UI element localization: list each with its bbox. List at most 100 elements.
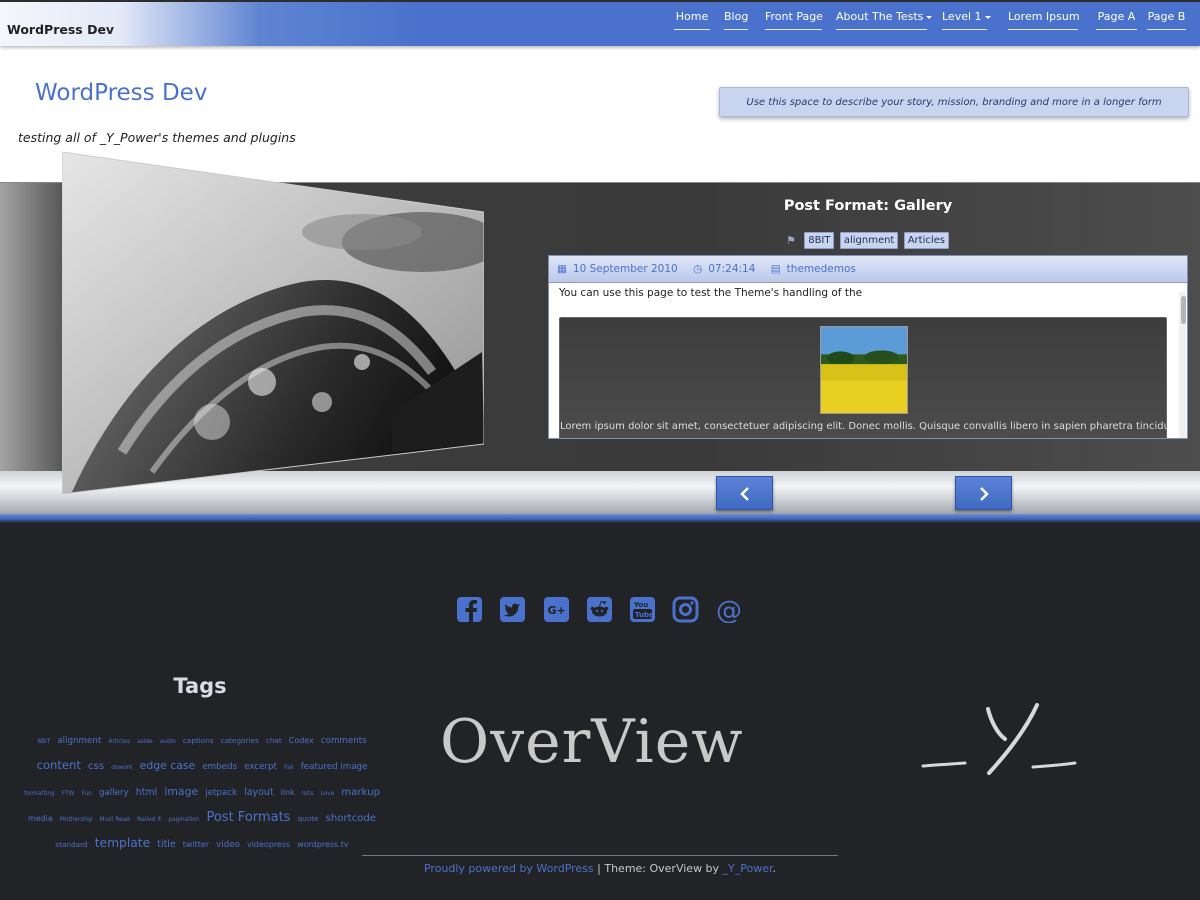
tag-cloud-link[interactable]: pagination xyxy=(168,817,199,823)
slider-divider xyxy=(0,514,1200,523)
google-plus-icon[interactable]: G+ xyxy=(543,596,570,623)
gallery-thumbnail[interactable] xyxy=(820,326,908,414)
tag-cloud-link[interactable]: shortcode xyxy=(326,813,376,824)
tag-cloud-link[interactable]: video xyxy=(216,840,240,850)
post-time: ◷ 07:24:14 xyxy=(693,263,756,275)
tag-cloud-link[interactable]: FTW xyxy=(62,791,75,797)
gallery-caption: Lorem ipsum dolor sit amet, consectetuer… xyxy=(560,421,1168,432)
instagram-icon[interactable] xyxy=(672,596,699,623)
site-credits: Proudly powered by WordPress | Theme: Ov… xyxy=(362,862,838,875)
tag-cloud-link[interactable]: Must Read xyxy=(100,817,130,823)
slider-prev-button[interactable] xyxy=(716,476,773,510)
tag-cloud-link[interactable]: twitter xyxy=(183,840,209,849)
tag-cloud-link[interactable]: title xyxy=(157,839,175,850)
tag-cloud-link[interactable]: captions xyxy=(183,736,214,745)
svg-text:G+: G+ xyxy=(548,604,566,617)
tag-cloud-link[interactable]: link xyxy=(281,788,295,797)
tag-cloud-link[interactable]: html xyxy=(136,787,157,798)
tag-cloud-link[interactable]: chat xyxy=(266,736,282,745)
tag-cloud-link[interactable]: markup xyxy=(341,787,380,798)
tag-cloud-link[interactable]: excerpt xyxy=(244,762,277,772)
nav-item-level-1[interactable]: Level 1 xyxy=(942,10,991,30)
tag-cloud-link[interactable]: Mothership xyxy=(60,817,93,823)
post-content-box: ▦ 10 September 2010 ◷ 07:24:14 ▤ themedemos… xyxy=(548,255,1188,439)
tag-cloud-link[interactable]: dowork xyxy=(111,765,132,771)
tag-cloud-link[interactable]: categories xyxy=(221,736,259,745)
caret-down-icon xyxy=(984,16,991,19)
tag-cloud-link[interactable]: embeds xyxy=(202,762,237,772)
credits-end: . xyxy=(772,862,777,875)
caret-down-icon xyxy=(926,16,933,19)
tag-cloud-link[interactable]: 8BIT xyxy=(37,739,50,745)
clock-icon: ◷ xyxy=(693,263,703,275)
tag-cloud-link[interactable]: wordpress.tv xyxy=(297,840,348,849)
featured-image[interactable] xyxy=(61,151,485,495)
nav-item-lorem-ipsum[interactable]: Lorem Ipsum xyxy=(1008,10,1080,30)
tag-cloud-link[interactable]: Fail xyxy=(284,765,294,771)
tag-cloud-link[interactable]: Articles xyxy=(108,739,130,745)
svg-text:Tube: Tube xyxy=(635,611,654,619)
reddit-icon[interactable] xyxy=(586,596,613,623)
tag-pill[interactable]: Articles xyxy=(903,232,949,249)
tag-cloud-link[interactable]: formatting xyxy=(24,791,55,797)
chevron-right-icon xyxy=(979,487,989,501)
tag-cloud-link[interactable]: Nailed It xyxy=(137,817,161,823)
gallery-block: Lorem ipsum dolor sit amet, consectetuer… xyxy=(559,317,1168,438)
tag-cloud-link[interactable]: content xyxy=(37,758,81,772)
tag-cloud-link[interactable]: alignment xyxy=(57,736,101,746)
tag-pill[interactable]: alignment xyxy=(839,232,899,249)
wordpress-credit-link[interactable]: Proudly powered by WordPress xyxy=(424,862,594,875)
post-author[interactable]: ▤ themedemos xyxy=(771,263,862,275)
tag-cloud-link[interactable]: quote xyxy=(298,814,319,823)
tag-cloud: 8BIT alignment Articles aside audio capt… xyxy=(18,727,386,856)
scrollbar-thumb[interactable] xyxy=(1181,296,1186,324)
theme-author-link[interactable]: _Y_Power xyxy=(723,862,773,875)
tag-cloud-link[interactable]: aside xyxy=(137,739,152,745)
tag-cloud-link[interactable]: featured image xyxy=(301,762,368,772)
tag-cloud-link[interactable]: videopress xyxy=(247,840,290,849)
tag-cloud-link[interactable]: jetpack xyxy=(205,788,237,798)
nav-item-page-a[interactable]: Page A xyxy=(1096,10,1137,30)
tag-cloud-link[interactable]: layout xyxy=(244,787,273,798)
tag-cloud-link[interactable]: Fun xyxy=(81,791,91,797)
tag-cloud-link[interactable]: image xyxy=(164,785,198,798)
tag-cloud-link[interactable]: gallery xyxy=(99,788,129,798)
youtube-icon[interactable]: You Tube xyxy=(629,596,656,623)
nav-item-page-b[interactable]: Page B xyxy=(1147,10,1186,30)
tag-cloud-link[interactable]: Post Formats xyxy=(206,810,290,825)
tag-cloud-link[interactable]: Codex xyxy=(289,736,314,745)
y-power-logo xyxy=(921,703,1077,775)
nav-item-front-page[interactable]: Front Page xyxy=(765,10,823,30)
email-at-icon[interactable]: @ xyxy=(715,596,742,623)
post-title[interactable]: Post Format: Gallery xyxy=(548,198,1188,214)
tags-widget-title: Tags xyxy=(173,674,227,698)
nav-item-about-the-tests[interactable]: About The Tests xyxy=(836,10,933,30)
site-tagline: testing all of _Y_Power's themes and plu… xyxy=(18,130,296,145)
credits-separator: | Theme: OverView by xyxy=(593,862,723,875)
tag-cloud-link[interactable]: media xyxy=(28,814,53,823)
tag-cloud-link[interactable]: Love xyxy=(320,791,334,797)
tag-cloud-link[interactable]: template xyxy=(95,836,151,850)
svg-text:@: @ xyxy=(716,596,742,623)
twitter-icon[interactable] xyxy=(499,596,526,623)
tag-cloud-link[interactable]: standard xyxy=(55,840,87,849)
tag-pill[interactable]: 8BIT xyxy=(804,232,835,249)
navbar-brand[interactable]: WordPress Dev xyxy=(7,22,114,37)
theme-logo: OverView xyxy=(440,707,744,777)
svg-text:You: You xyxy=(633,601,648,609)
tag-cloud-link[interactable]: css xyxy=(88,761,104,772)
post-tags: ⚑ 8BIT alignment Articles xyxy=(548,232,1188,249)
post-date[interactable]: ▦ 10 September 2010 xyxy=(557,263,684,275)
tag-cloud-link[interactable]: lists xyxy=(302,791,314,797)
tag-cloud-link[interactable]: comments xyxy=(321,736,367,746)
author-card-icon: ▤ xyxy=(770,263,781,275)
facebook-icon[interactable] xyxy=(456,596,483,623)
nav-item-blog[interactable]: Blog xyxy=(724,10,748,30)
tag-cloud-link[interactable]: edge case xyxy=(140,759,196,772)
description-box: Use this space to describe your story, m… xyxy=(719,87,1189,117)
post-meta: ▦ 10 September 2010 ◷ 07:24:14 ▤ themedemos xyxy=(549,256,1187,283)
tag-cloud-link[interactable]: audio xyxy=(160,739,176,745)
slider-next-button[interactable] xyxy=(955,476,1012,510)
site-title[interactable]: WordPress Dev xyxy=(35,80,207,106)
nav-item-home[interactable]: Home xyxy=(674,10,710,30)
